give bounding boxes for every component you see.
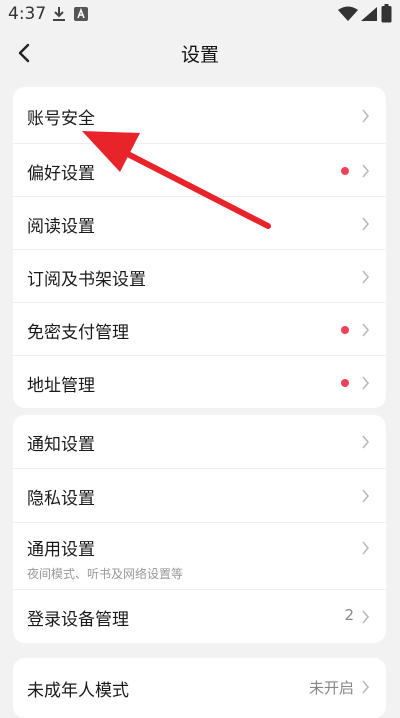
password-free-payment-item[interactable]: 免密支付管理 <box>13 303 386 356</box>
preference-settings-item[interactable]: 偏好设置 <box>13 144 386 197</box>
subscription-bookshelf-settings-item[interactable]: 订阅及书架设置 <box>13 250 386 303</box>
nav-bar: 设置 <box>0 30 400 74</box>
minor-mode-status: 未开启 <box>308 679 354 697</box>
settings-group-account: 账号安全 偏好设置 阅读设置 订阅及书架设置 免密支付管理 地址管理 <box>13 87 386 408</box>
a-icon <box>74 7 88 21</box>
item-label: 地址管理 <box>27 376 95 396</box>
item-label: 登录设备管理 <box>27 610 129 630</box>
chevron-right-icon <box>362 435 370 449</box>
reading-settings-item[interactable]: 阅读设置 <box>13 197 386 250</box>
privacy-settings-item[interactable]: 隐私设置 <box>13 469 386 523</box>
general-settings-item[interactable]: 通用设置 夜间模式、听书及网络设置等 <box>13 523 386 590</box>
settings-group-general: 通知设置 隐私设置 通用设置 夜间模式、听书及网络设置等 登录设备管理 2 <box>13 415 386 643</box>
chevron-right-icon <box>362 270 370 284</box>
item-label: 免密支付管理 <box>27 323 129 343</box>
chevron-right-icon <box>362 164 370 178</box>
red-dot-badge <box>341 326 349 334</box>
item-label: 未成年人模式 <box>27 681 129 701</box>
item-label: 账号安全 <box>27 109 95 129</box>
page-title: 设置 <box>180 44 219 66</box>
status-time: 4:37 <box>8 4 47 24</box>
item-label: 隐私设置 <box>27 489 95 509</box>
chevron-right-icon <box>362 109 370 123</box>
chevron-right-icon <box>362 610 370 624</box>
item-label: 通知设置 <box>27 435 95 455</box>
item-label: 偏好设置 <box>27 164 95 184</box>
red-dot-badge <box>341 167 349 175</box>
item-subtitle: 夜间模式、听书及网络设置等 <box>27 567 184 581</box>
item-label: 通用设置 <box>27 540 95 560</box>
status-bar: 4:37 <box>0 0 400 28</box>
item-label: 阅读设置 <box>27 217 95 237</box>
download-icon <box>53 7 65 21</box>
item-label: 订阅及书架设置 <box>27 270 146 290</box>
chevron-right-icon <box>362 541 370 555</box>
minor-mode-item[interactable]: 未成年人模式 未开启 <box>13 658 386 711</box>
chevron-right-icon <box>362 323 370 337</box>
chevron-right-icon <box>362 680 370 694</box>
chevron-right-icon <box>362 376 370 390</box>
red-dot-badge <box>341 379 349 387</box>
chevron-right-icon <box>362 217 370 231</box>
notification-settings-item[interactable]: 通知设置 <box>13 415 386 469</box>
login-device-management-item[interactable]: 登录设备管理 2 <box>13 590 386 643</box>
device-count: 2 <box>344 606 354 624</box>
account-security-item[interactable]: 账号安全 <box>13 87 386 144</box>
wifi-icon <box>338 6 358 21</box>
chevron-right-icon <box>362 489 370 503</box>
address-management-item[interactable]: 地址管理 <box>13 356 386 408</box>
battery-icon <box>381 4 392 23</box>
signal-icon <box>361 7 377 21</box>
settings-group-minor: 未成年人模式 未开启 <box>13 658 386 718</box>
